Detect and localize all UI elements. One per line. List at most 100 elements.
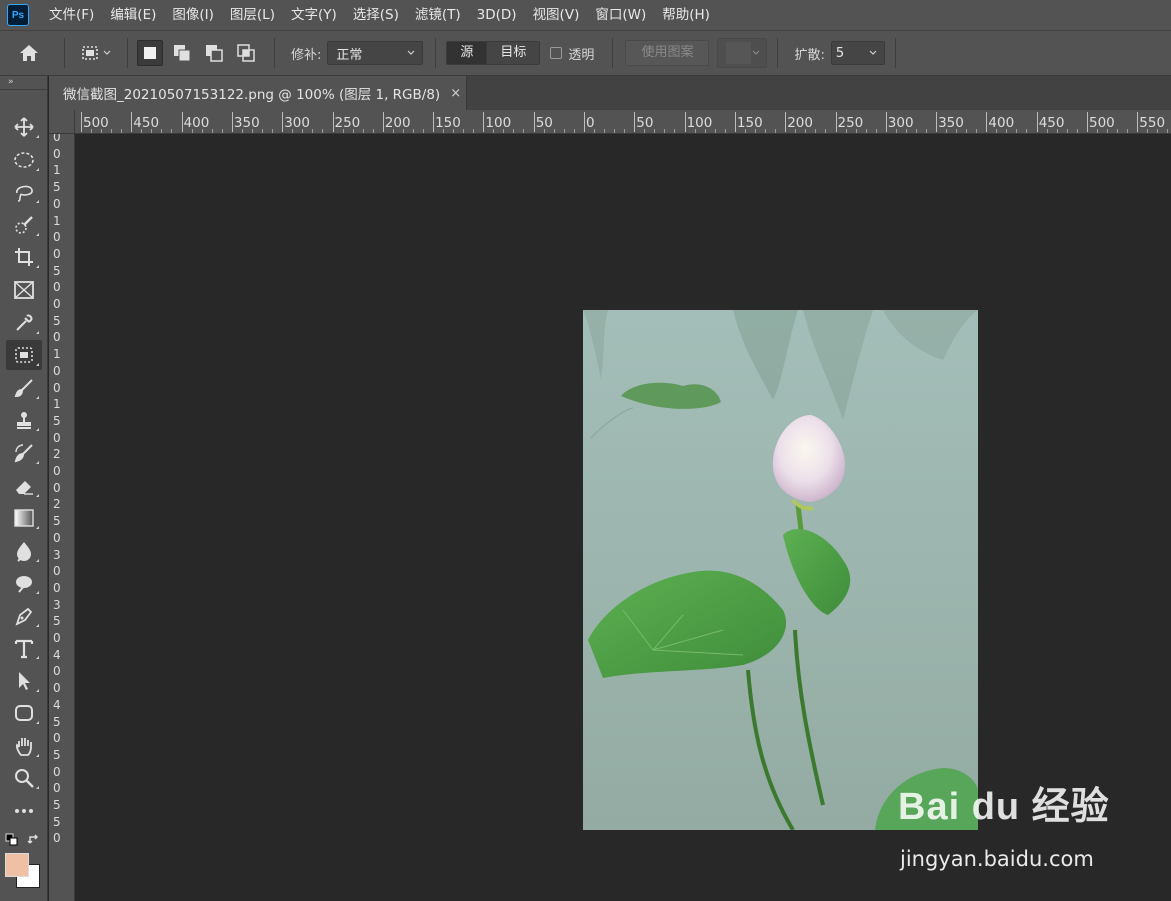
swap-colors-icon[interactable] — [27, 833, 41, 847]
ruler-minor-tick — [422, 129, 424, 133]
ruler-tick-label: 0 — [53, 280, 61, 295]
chevron-down-icon — [103, 50, 111, 55]
pen-tool-icon[interactable] — [6, 601, 42, 631]
menu-layer[interactable]: 图层(L) — [222, 0, 283, 30]
ruler-tick-label: 250 — [837, 115, 864, 131]
menu-edit[interactable]: 编辑(E) — [102, 0, 164, 30]
ruler-minor-tick — [513, 129, 515, 133]
ruler-minor-tick — [271, 129, 273, 133]
patch-mode-value: 正常 — [336, 47, 363, 63]
chevron-down-icon — [407, 50, 415, 55]
add-selection-icon — [174, 45, 191, 62]
ruler-minor-tick — [795, 129, 797, 133]
lasso-tool-icon[interactable] — [6, 177, 42, 207]
menu-filter[interactable]: 滤镜(T) — [407, 0, 469, 30]
document-tab-bar: 微信截图_20210507153122.png @ 100% (图层 1, RG… — [49, 76, 1171, 110]
eyedropper-tool-icon[interactable] — [6, 308, 42, 338]
horizontal-ruler[interactable]: 500 450 400 350 300 250 200 150 100 50 0 50 100 150 20… — [75, 110, 1171, 134]
ruler-minor-tick — [764, 129, 766, 133]
menu-image[interactable]: 图像(I) — [164, 0, 222, 30]
quick-selection-tool-icon[interactable] — [6, 210, 42, 240]
ruler-minor-tick — [322, 129, 324, 133]
new-selection-button[interactable] — [137, 40, 163, 66]
tool-preset-picker[interactable] — [71, 39, 121, 67]
menu-bar: Ps 文件(F) 编辑(E) 图像(I) 图层(L) 文字(Y) 选择(S) 滤… — [0, 0, 1171, 30]
ruler-minor-tick — [191, 129, 193, 133]
source-option[interactable]: 源 — [447, 42, 487, 64]
intersect-selection-button[interactable] — [233, 40, 259, 66]
use-pattern-button[interactable]: 使用图案 — [625, 40, 710, 66]
rectangle-tool-icon[interactable] — [6, 698, 42, 728]
menu-3d[interactable]: 3D(D) — [469, 0, 525, 30]
clone-stamp-tool-icon[interactable] — [6, 405, 42, 435]
menu-type[interactable]: 文字(Y) — [283, 0, 345, 30]
home-button[interactable] — [0, 39, 58, 67]
ruler-tick — [433, 112, 435, 132]
ruler-tick — [81, 112, 82, 132]
patch-mode-select[interactable]: 正常 — [327, 41, 424, 65]
more-tools-icon[interactable] — [6, 796, 42, 826]
history-brush-tool-icon[interactable] — [6, 438, 42, 468]
ruler-minor-tick — [644, 129, 646, 133]
chevron-down-icon — [869, 50, 877, 55]
subtract-from-selection-button[interactable] — [201, 40, 227, 66]
menu-file[interactable]: 文件(F) — [41, 0, 102, 30]
blur-tool-icon[interactable] — [6, 536, 42, 566]
move-tool-icon[interactable] — [6, 112, 42, 142]
patch-tool-icon[interactable] — [6, 340, 42, 370]
dodge-tool-icon[interactable] — [6, 568, 42, 598]
separator — [777, 38, 779, 68]
ruler-tick — [181, 112, 183, 132]
options-bar: 修补: 正常 源 目标 透明 使用图案 扩散: 5 — [0, 30, 1171, 76]
menu-select[interactable]: 选择(S) — [345, 0, 407, 30]
gradient-tool-icon[interactable] — [6, 503, 42, 533]
ruler-minor-tick — [463, 129, 465, 133]
panel-collapse-icon[interactable]: » — [0, 76, 47, 90]
ruler-minor-tick — [694, 129, 696, 133]
ruler-tick-label: 0 — [53, 480, 61, 495]
menu-view[interactable]: 视图(V) — [525, 0, 588, 30]
photoshop-logo[interactable]: Ps — [7, 4, 29, 26]
ruler-tick-label: 500 — [83, 115, 109, 131]
document-tab[interactable]: 微信截图_20210507153122.png @ 100% (图层 1, RG… — [49, 76, 467, 110]
frame-tool-icon[interactable] — [6, 275, 42, 305]
pattern-swatch — [726, 42, 752, 64]
brush-tool-icon[interactable] — [6, 373, 42, 403]
ruler-origin[interactable] — [49, 110, 75, 134]
ruler-minor-tick — [523, 129, 525, 133]
close-icon[interactable]: × — [450, 86, 461, 101]
ruler-minor-tick — [996, 129, 998, 133]
ruler-tick — [131, 112, 133, 132]
pattern-picker[interactable] — [717, 38, 768, 68]
ruler-minor-tick — [845, 129, 847, 133]
hand-tool-icon[interactable] — [6, 731, 42, 761]
ruler-tick — [1087, 112, 1088, 132]
ruler-tick-label: 0 — [53, 664, 61, 679]
path-selection-tool-icon[interactable] — [6, 666, 42, 696]
menu-help[interactable]: 帮助(H) — [654, 0, 718, 30]
diffusion-select[interactable]: 5 — [830, 41, 885, 65]
foreground-color-swatch[interactable] — [5, 853, 29, 877]
transparent-checkbox[interactable] — [550, 47, 563, 59]
add-to-selection-button[interactable] — [169, 40, 195, 66]
ruler-tick-label: 0 — [53, 764, 61, 779]
chevron-down-icon — [752, 50, 760, 55]
type-tool-icon[interactable] — [6, 633, 42, 663]
ruler-tick-label: 450 — [1038, 115, 1065, 131]
ruler-minor-tick — [905, 129, 907, 133]
zoom-tool-icon[interactable] — [6, 763, 42, 793]
elliptical-marquee-tool-icon[interactable] — [6, 145, 42, 175]
crop-tool-icon[interactable] — [6, 242, 42, 272]
ruler-tick-label: 0 — [53, 781, 61, 796]
ruler-minor-tick — [1076, 129, 1078, 133]
default-colors-icon[interactable] — [5, 833, 19, 847]
ruler-minor-tick — [261, 129, 263, 133]
vertical-ruler[interactable]: 0015010050050100150200250300350400450500… — [49, 134, 75, 901]
ruler-minor-tick — [91, 129, 92, 133]
eraser-tool-icon[interactable] — [6, 471, 42, 501]
ruler-minor-tick — [151, 129, 153, 133]
ruler-tick-label: 400 — [183, 115, 210, 131]
ruler-minor-tick — [292, 129, 294, 133]
target-option[interactable]: 目标 — [486, 42, 540, 64]
menu-window[interactable]: 窗口(W) — [587, 0, 654, 30]
